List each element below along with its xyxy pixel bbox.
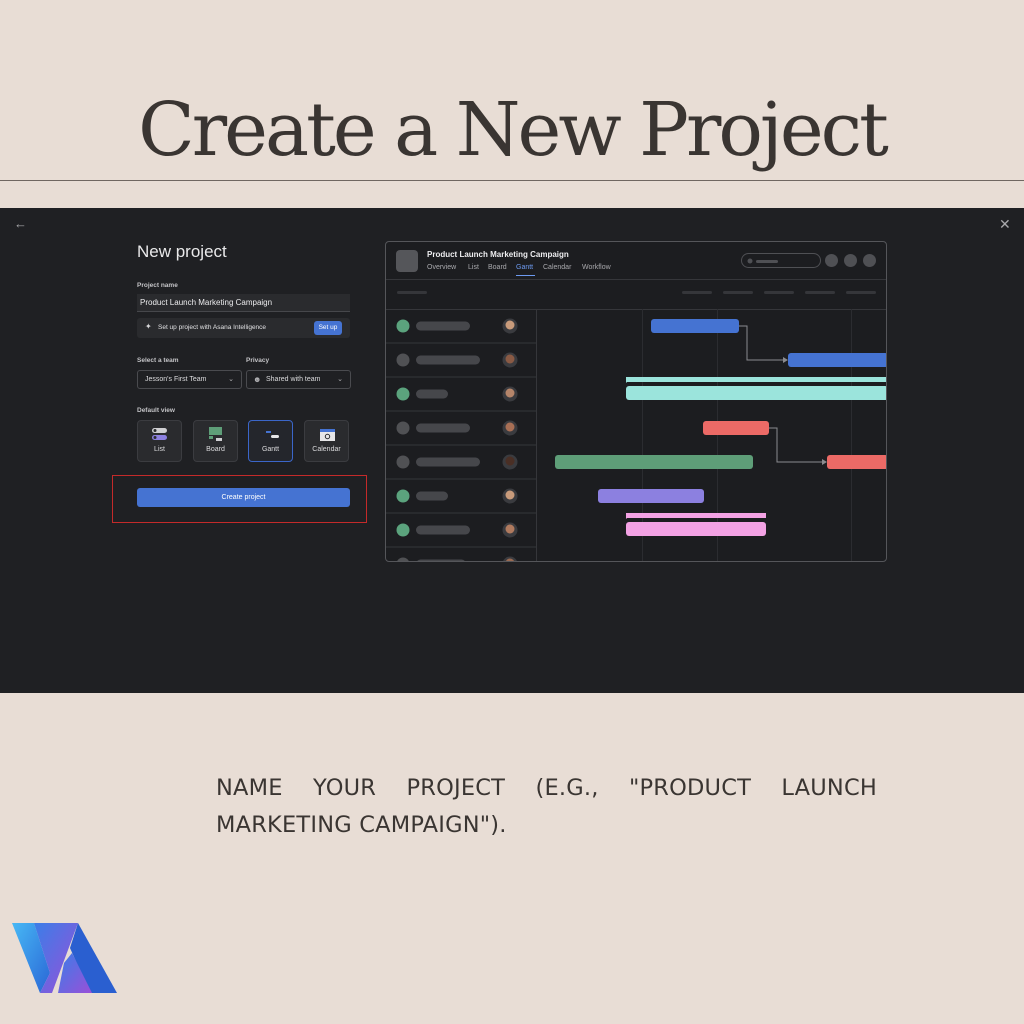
gantt-bar [626,522,766,536]
task-status-icon [397,557,409,561]
task-name-placeholder [416,423,470,433]
avatar-face [505,354,515,364]
board-icon [209,427,222,441]
avatar-face [505,490,515,500]
project-name-input[interactable]: Product Launch Marketing Campaign [137,294,350,312]
dialog-title: New project [137,242,227,261]
avatar-face [505,388,515,398]
title-divider [0,180,1024,181]
privacy-select[interactable]: ☻ Shared with team ⌄ [246,370,351,389]
team-select-value: Jesson's First Team [145,376,207,383]
dependency-arrow [822,459,827,465]
gantt-chart [386,318,886,561]
page-title: Create a New Project [138,87,889,173]
dependency-connector [769,427,823,463]
ai-setup-text: Set up project with Asana Intelligence [158,324,267,331]
caption: NAME YOUR PROJECT (E.G., "PRODUCT LAUNCH… [216,775,877,838]
list-icon [152,428,167,440]
gantt-bar [827,455,886,469]
avatar-face [505,320,515,330]
arrow-left-icon[interactable]: ← [14,216,27,231]
task-status-icon [396,523,410,537]
task-name-placeholder [416,457,480,467]
gantt-bar [651,319,739,333]
gantt-bar [555,455,753,469]
ai-setup-bar: ✦ Set up project with Asana Intelligence… [137,318,350,338]
task-status-icon [396,421,410,435]
team-select[interactable]: Jesson's First Team ⌄ [137,370,242,389]
chevron-down-icon: ⌄ [337,376,343,383]
view-option-label: Board [206,446,225,453]
view-option-board[interactable]: Board [193,420,238,462]
view-option-label: Gantt [261,446,280,453]
task-status-icon [396,387,410,401]
privacy-label: Privacy [246,357,270,364]
task-name-placeholder [416,491,448,501]
view-option-label: List [154,446,165,453]
calendar-icon [320,429,335,441]
gantt-bar [598,489,704,503]
close-icon[interactable]: ✕ [999,216,1011,233]
task-status-icon [396,353,410,367]
gantt-bar [626,386,886,400]
chevron-down-icon: ⌄ [228,376,234,383]
avatar-face [505,456,515,466]
view-option-gantt[interactable]: Gantt [248,420,293,462]
gantt-summary-bar [626,513,766,518]
task-name-placeholder [416,355,480,365]
team-label: Select a team [137,357,179,364]
sparkle-icon: ✦ [145,322,152,331]
avatar-face [505,422,515,432]
task-status-icon [396,489,410,503]
project-name-label: Project name [137,282,178,289]
avatar-face [505,524,515,534]
gantt-bar [788,353,886,367]
setup-button[interactable]: Set up [314,321,342,335]
gantt-bar [703,421,769,435]
project-preview: Product Launch Marketing Campaign Overvi… [385,241,887,562]
task-name-placeholder [416,321,470,331]
people-icon: ☻ [253,375,262,384]
view-option-calendar[interactable]: Calendar [304,420,349,462]
default-view-label: Default view [137,407,175,414]
gantt-summary-bar [626,377,886,382]
view-option-list[interactable]: List [137,420,182,462]
app-screenshot: ← ✕ New project Project name Product Lau… [0,208,1024,693]
dependency-connector [739,325,784,361]
task-name-placeholder [417,559,465,561]
gantt-icon [266,431,279,438]
task-status-icon [396,455,410,469]
brand-logo-icon [12,923,117,993]
task-name-placeholder [416,525,470,535]
privacy-select-value: Shared with team [266,376,321,383]
create-project-button[interactable]: Create project [137,488,350,507]
view-option-label: Calendar [312,446,341,453]
task-status-icon [396,319,410,333]
dependency-arrow [783,357,788,363]
task-name-placeholder [416,389,448,399]
